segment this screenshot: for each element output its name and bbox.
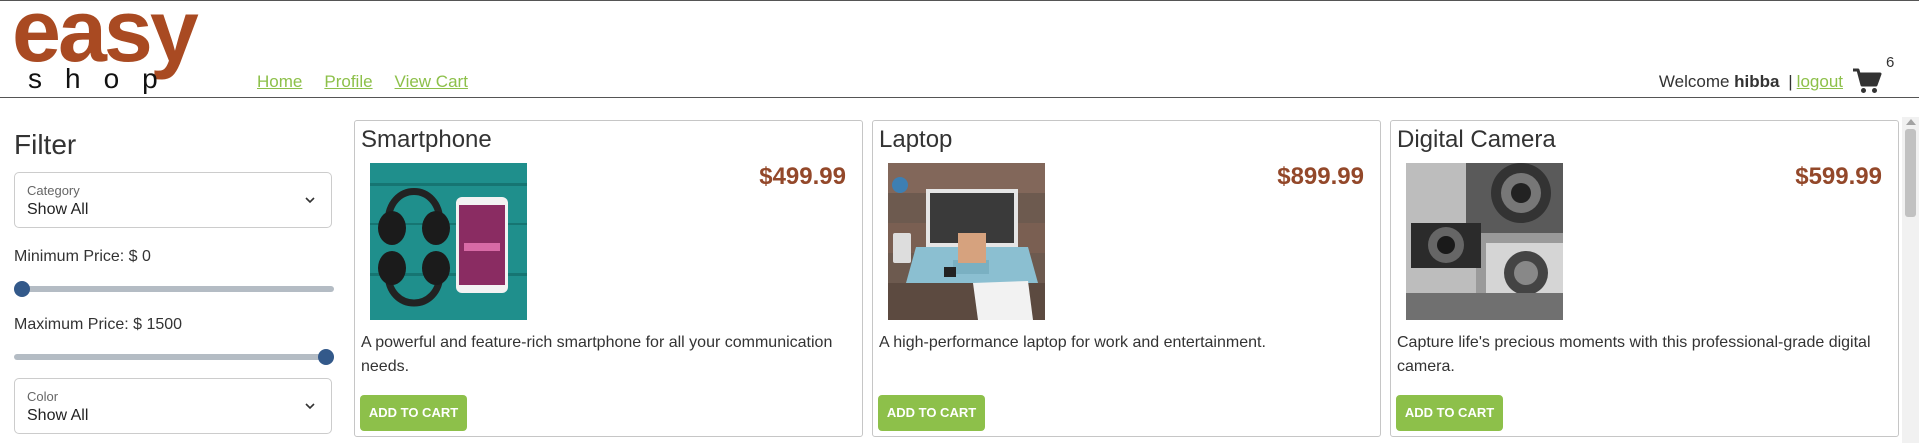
product-description: Capture life's precious moments with thi…	[1397, 334, 1871, 375]
add-to-cart-button[interactable]: ADD TO CART	[1396, 395, 1503, 431]
product-price: $499.99	[759, 163, 846, 190]
max-price-slider[interactable]	[14, 348, 334, 365]
chevron-down-icon	[305, 403, 315, 409]
product-card-laptop: Laptop $899.99 A high-performance laptop…	[872, 120, 1381, 437]
product-image-smartphone[interactable]	[370, 163, 527, 320]
max-price-slider-track	[14, 353, 334, 360]
category-select[interactable]: Category Show All	[14, 171, 332, 228]
color-value: Show All	[27, 406, 89, 424]
nav-view-cart-link[interactable]: View Cart	[395, 72, 468, 92]
cart-count-badge: 6	[1886, 54, 1895, 71]
vertical-scrollbar[interactable]	[1902, 117, 1919, 443]
color-label: Color	[27, 388, 59, 404]
product-card-smartphone: Smartphone $499.99 A powerful and featur…	[354, 120, 863, 437]
add-to-cart-button[interactable]: ADD TO CART	[360, 395, 467, 431]
main-nav: Home Profile View Cart	[257, 72, 468, 92]
logo[interactable]: easy shop	[12, 0, 242, 97]
username: hibba	[1734, 72, 1780, 91]
max-price-label: Maximum Price: $ 1500	[14, 315, 183, 333]
min-price-label: Minimum Price: $ 0	[14, 247, 151, 265]
chevron-down-icon	[305, 197, 315, 203]
product-title: Laptop	[879, 126, 953, 153]
nav-home-link[interactable]: Home	[257, 72, 302, 92]
product-image-laptop[interactable]	[888, 163, 1045, 320]
color-select[interactable]: Color Show All	[14, 377, 332, 434]
min-price-slider[interactable]	[14, 280, 334, 297]
category-label: Category	[27, 182, 80, 198]
product-description: A high-performance laptop for work and e…	[879, 334, 1266, 351]
product-image-digital-camera[interactable]	[1406, 163, 1563, 320]
filter-title: Filter	[14, 129, 77, 160]
product-description: A powerful and feature-rich smartphone f…	[361, 334, 833, 375]
welcome-text: Welcome	[1658, 72, 1730, 91]
user-box: Welcome hibba | logout	[1659, 72, 1843, 92]
scroll-up-arrow-icon[interactable]	[1906, 119, 1916, 125]
min-price-slider-thumb[interactable]	[14, 280, 30, 297]
product-price: $899.99	[1277, 163, 1364, 190]
product-title: Smartphone	[361, 126, 492, 153]
min-price-slider-track	[14, 285, 334, 292]
shopping-cart-icon[interactable]	[1852, 67, 1882, 95]
separator: |	[1788, 72, 1793, 91]
logo-word-shop: shop	[28, 63, 181, 94]
site-header: easy shop Home Profile View Cart Welcome…	[0, 0, 1919, 98]
category-value: Show All	[27, 200, 89, 218]
product-price: $599.99	[1795, 163, 1882, 190]
product-card-digital-camera: Digital Camera $599.99 Capture life's pr…	[1390, 120, 1899, 437]
scrollbar-thumb[interactable]	[1905, 129, 1916, 217]
filter-panel: Filter Category Show All Minimum Price: …	[14, 118, 334, 434]
product-title: Digital Camera	[1397, 126, 1556, 153]
add-to-cart-button[interactable]: ADD TO CART	[878, 395, 985, 431]
logout-link[interactable]: logout	[1797, 72, 1843, 91]
max-price-slider-thumb[interactable]	[318, 348, 334, 365]
nav-profile-link[interactable]: Profile	[324, 72, 372, 92]
